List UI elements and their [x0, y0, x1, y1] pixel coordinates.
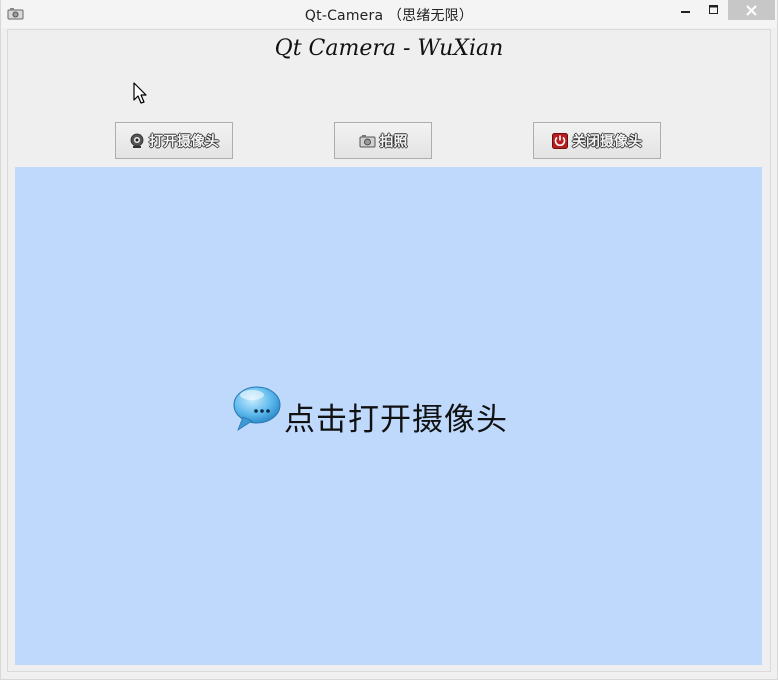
- webcam-icon: [130, 133, 144, 148]
- title-bar[interactable]: Qt-Camera （思绪无限）: [1, 0, 777, 28]
- mouse-cursor-icon: [133, 82, 147, 104]
- camera-icon: [359, 134, 375, 147]
- minimize-icon: [681, 11, 690, 13]
- window-title: Qt-Camera （思绪无限）: [304, 8, 474, 24]
- take-photo-label: 拍照: [379, 133, 408, 150]
- app-window: Qt-Camera （思绪无限） Qt Camera - WuXian 打开摄像…: [0, 0, 778, 680]
- maximize-button[interactable]: [700, 0, 728, 20]
- maximize-icon: [709, 5, 718, 14]
- take-photo-button[interactable]: 拍照: [334, 122, 432, 159]
- close-camera-label: 关闭摄像头: [572, 133, 642, 150]
- speech-bubble-icon: [233, 386, 281, 431]
- close-icon: [746, 4, 757, 16]
- open-camera-label: 打开摄像头: [149, 133, 219, 150]
- power-icon: [552, 132, 568, 149]
- minimize-button[interactable]: [672, 0, 700, 20]
- close-button[interactable]: [728, 0, 775, 20]
- close-camera-button[interactable]: 关闭摄像头: [533, 122, 661, 159]
- page-title: Qt Camera - WuXian: [274, 36, 504, 61]
- viewfinder-message: 点击打开摄像头: [232, 376, 508, 439]
- open-camera-button[interactable]: 打开摄像头: [115, 122, 233, 159]
- viewfinder-message-text: 点击打开摄像头: [284, 402, 508, 438]
